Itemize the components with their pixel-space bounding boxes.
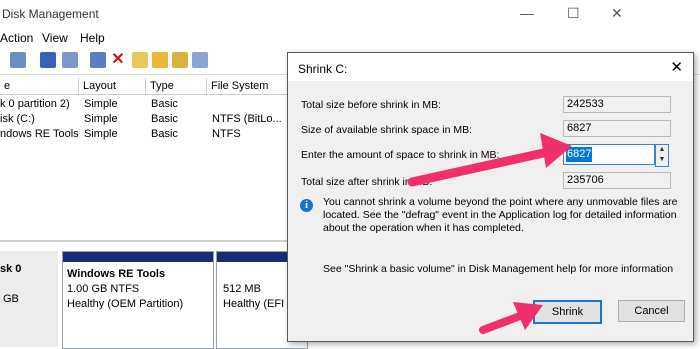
annotation-arrows [407,133,572,334]
arrow-to-shrink-icon [479,302,543,334]
arrow-to-input-icon [407,133,572,187]
